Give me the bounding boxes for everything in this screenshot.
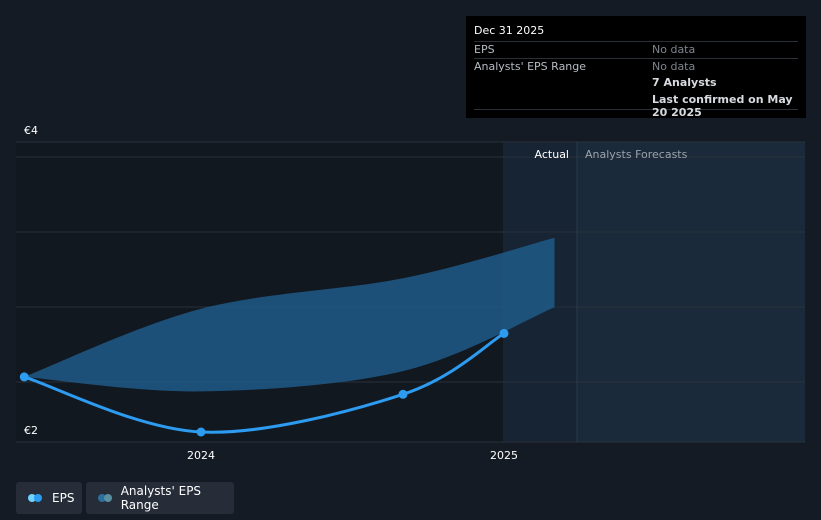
legend-range-label: Analysts' EPS Range	[120, 484, 202, 512]
tooltip: Dec 31 2025 EPS No data Analysts' EPS Ra…	[466, 16, 806, 119]
y-tick-top: €4	[24, 124, 38, 137]
y-tick-bottom: €2	[24, 424, 38, 437]
actual-label: Actual	[535, 148, 569, 161]
tooltip-range-label: Analysts' EPS Range	[474, 60, 587, 73]
eps-legend-icon	[28, 494, 46, 502]
eps-point[interactable]	[19, 372, 29, 382]
legend-item-range[interactable]: Analysts' EPS Range	[86, 482, 234, 514]
x-tick-2024: 2024	[187, 449, 215, 462]
forecast-shade	[577, 142, 805, 442]
eps-point[interactable]	[398, 389, 408, 399]
tooltip-range-value: No data	[652, 60, 696, 73]
tooltip-date: Dec 31 2025	[474, 24, 545, 37]
tooltip-row-eps: EPS No data	[474, 41, 798, 59]
tooltip-confirmed: Last confirmed on May 20 2025	[652, 93, 793, 119]
tooltip-analysts: 7 Analysts	[652, 76, 717, 89]
x-tick-2025: 2025	[490, 449, 518, 462]
legend-item-eps[interactable]: EPS	[16, 482, 82, 514]
tooltip-eps-label: EPS	[474, 43, 495, 56]
eps-point[interactable]	[196, 427, 206, 437]
eps-point[interactable]	[499, 328, 509, 338]
tooltip-eps-value: No data	[652, 43, 696, 56]
legend-eps-label: EPS	[52, 491, 75, 505]
range-legend-icon	[98, 494, 115, 502]
forecast-label: Analysts Forecasts	[585, 148, 688, 161]
